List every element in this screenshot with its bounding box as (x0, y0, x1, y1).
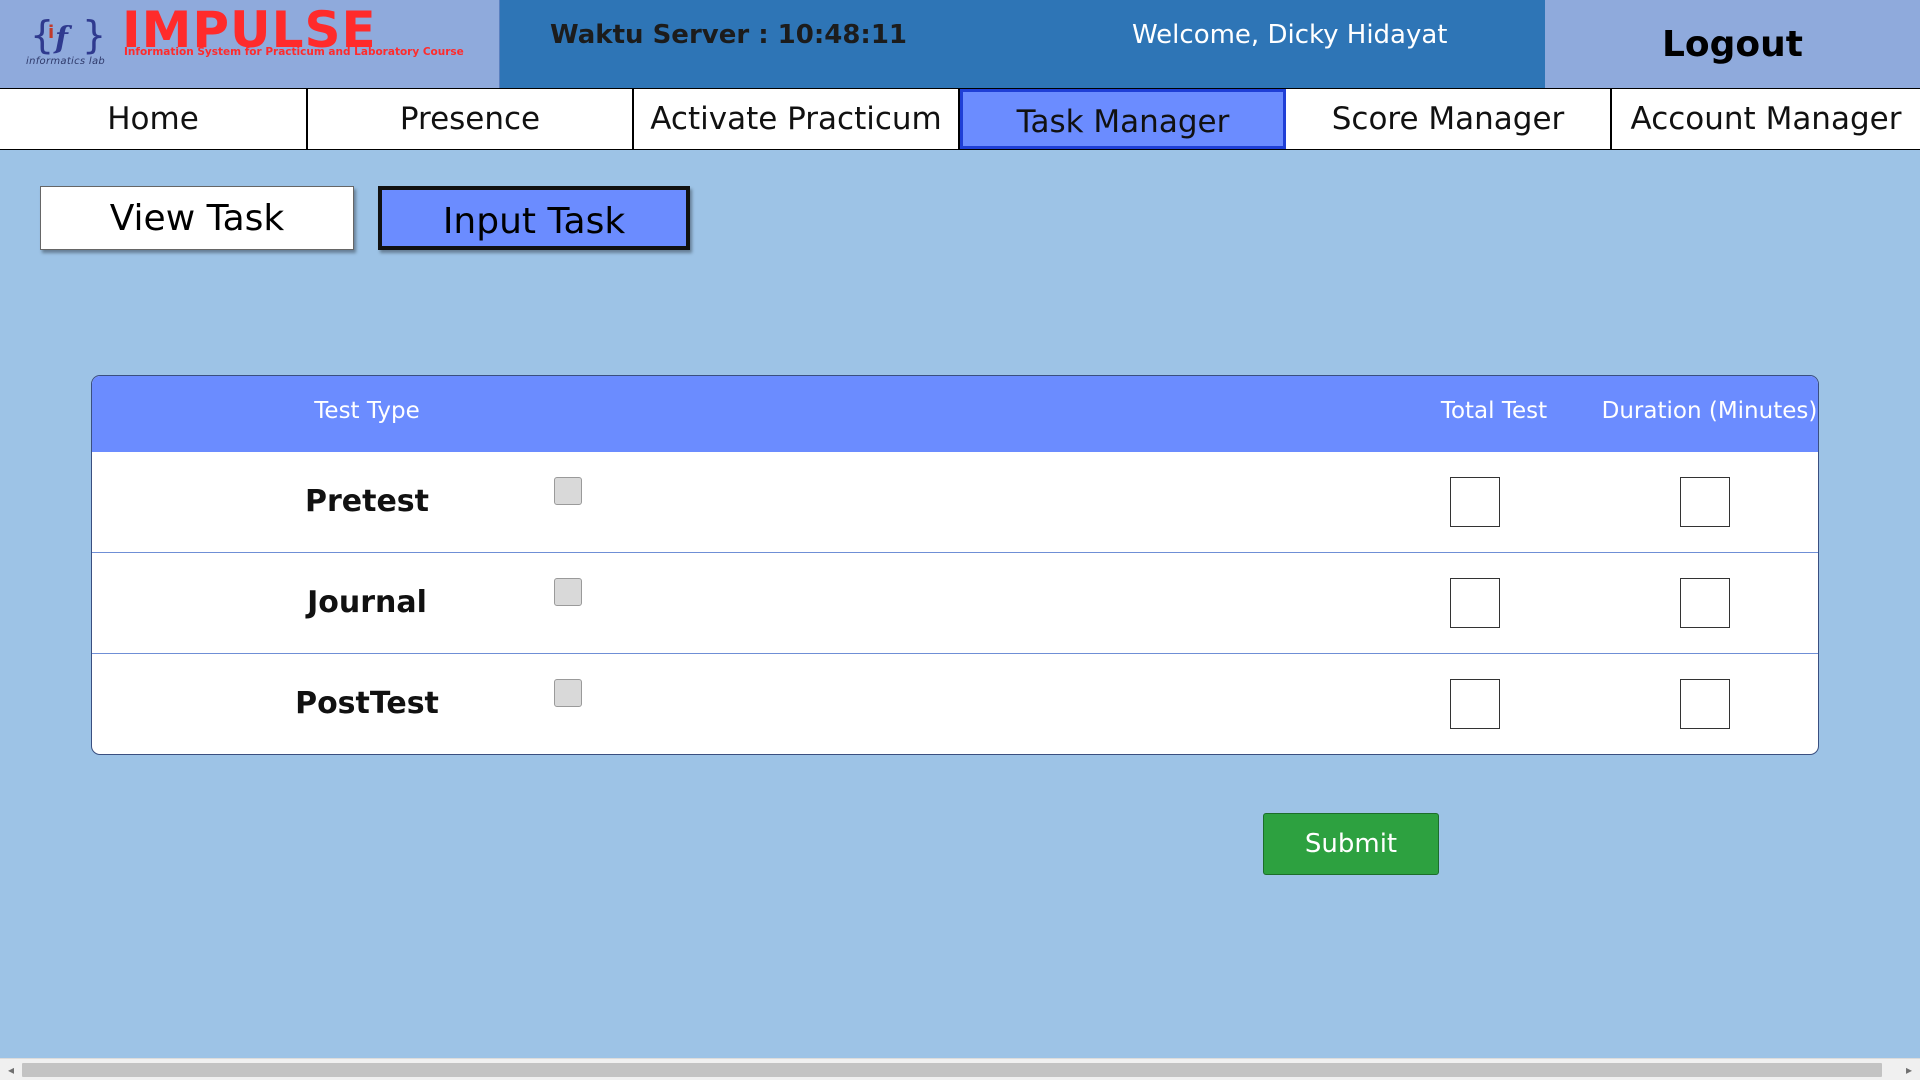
nav-account-manager[interactable]: Account Manager (1612, 89, 1920, 149)
posttest-total-input[interactable] (1450, 679, 1500, 729)
horizontal-scrollbar[interactable]: ◂ ▸ (0, 1058, 1920, 1080)
journal-total-input[interactable] (1450, 578, 1500, 628)
scrollbar-thumb[interactable] (22, 1063, 1882, 1077)
main-nav: Home Presence Activate Practicum Task Ma… (0, 88, 1920, 150)
brand-area: { } f i informatics lab IMPULSE Informat… (0, 0, 500, 88)
header-duration: Duration (Minutes) (1601, 398, 1818, 424)
table-row-posttest: PostTest (92, 654, 1818, 754)
nav-score-manager[interactable]: Score Manager (1286, 89, 1612, 149)
posttest-checkbox[interactable] (554, 679, 582, 707)
posttest-duration-input[interactable] (1680, 679, 1730, 729)
table-row-journal: Journal (92, 553, 1818, 654)
table-header: Test Type Total Test Duration (Minutes) (92, 376, 1818, 452)
header-total-test: Total Test (1440, 398, 1548, 424)
server-time: Waktu Server : 10:48:11 (550, 20, 908, 50)
table-row-pretest: Pretest (92, 452, 1818, 553)
app-tagline: Information System for Practicum and Lab… (124, 46, 464, 58)
logo-subtitle: informatics lab (26, 56, 106, 67)
pretest-duration-input[interactable] (1680, 477, 1730, 527)
scroll-right-arrow-icon[interactable]: ▸ (1900, 1061, 1918, 1079)
journal-checkbox[interactable] (554, 578, 582, 606)
app-header: { } f i informatics lab IMPULSE Informat… (0, 0, 1920, 88)
submit-button[interactable]: Submit (1263, 813, 1439, 875)
task-input-table: Test Type Total Test Duration (Minutes) … (91, 375, 1819, 755)
pretest-checkbox[interactable] (554, 477, 582, 505)
header-test-type: Test Type (314, 398, 420, 424)
nav-presence[interactable]: Presence (308, 89, 634, 149)
logout-button[interactable]: Logout (1545, 0, 1920, 88)
input-task-button[interactable]: Input Task (378, 186, 690, 250)
scroll-left-arrow-icon[interactable]: ◂ (2, 1061, 20, 1079)
svg-text:}: } (82, 13, 106, 57)
svg-text:i: i (48, 22, 54, 43)
svg-text:f: f (53, 21, 73, 56)
nav-home[interactable]: Home (0, 89, 308, 149)
welcome-message: Welcome, Dicky Hidayat (1132, 20, 1448, 50)
view-task-button[interactable]: View Task (40, 186, 354, 250)
server-info-bar: Waktu Server : 10:48:11 Welcome, Dicky H… (500, 0, 1545, 88)
journal-duration-input[interactable] (1680, 578, 1730, 628)
nav-activate-practicum[interactable]: Activate Practicum (634, 89, 960, 149)
pretest-total-input[interactable] (1450, 477, 1500, 527)
nav-task-manager[interactable]: Task Manager (960, 89, 1286, 149)
if-bracket-logo-icon: { } f i (30, 8, 110, 62)
